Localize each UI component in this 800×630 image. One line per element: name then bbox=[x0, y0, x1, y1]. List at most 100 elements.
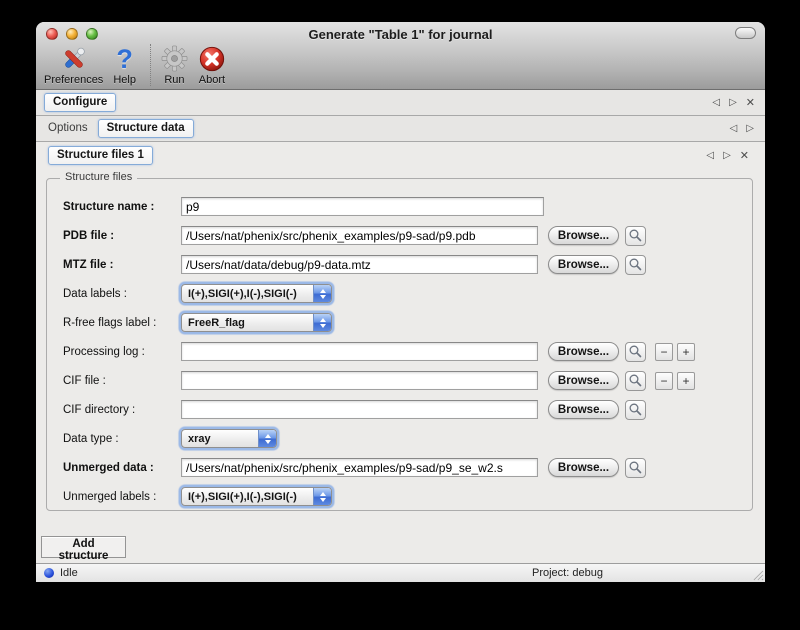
title-bar: Generate "Table 1" for journal bbox=[36, 22, 765, 90]
up-arrow-icon bbox=[265, 434, 271, 438]
up-arrow-icon bbox=[320, 318, 326, 322]
choice-value: I(+),SIGI(+),I(-),SIGI(-) bbox=[182, 288, 313, 300]
status-indicator-icon bbox=[44, 568, 54, 578]
field-label: Processing log : bbox=[63, 346, 181, 358]
app-window: Generate "Table 1" for journal bbox=[36, 22, 765, 582]
choice-dropdown[interactable]: xray bbox=[181, 429, 277, 448]
stepper-icon bbox=[313, 488, 331, 505]
project-label: Project: debug bbox=[532, 567, 603, 579]
abort-button[interactable]: Abort bbox=[198, 44, 226, 86]
form-row: PDB file : Browse... bbox=[47, 221, 752, 250]
tab-close-icon[interactable]: ✕ bbox=[746, 96, 755, 109]
browse-button[interactable]: Browse... bbox=[548, 342, 619, 361]
up-arrow-icon bbox=[320, 289, 326, 293]
tab-scroll-right-icon[interactable]: ▷ bbox=[723, 150, 731, 161]
magnifier-button[interactable] bbox=[625, 458, 646, 478]
tab-scroll-left-icon[interactable]: ◁ bbox=[730, 123, 738, 134]
tab-scroll-left-icon[interactable]: ◁ bbox=[712, 97, 720, 108]
magnifier-button[interactable] bbox=[625, 371, 646, 391]
browse-button[interactable]: Browse... bbox=[548, 371, 619, 390]
choice-dropdown[interactable]: FreeR_flag bbox=[181, 313, 332, 332]
run-label: Run bbox=[164, 74, 184, 86]
browse-button[interactable]: Browse... bbox=[548, 458, 619, 477]
structure-data-panel: Structure files 1 ◁ ▷ ✕ Structure files … bbox=[36, 142, 765, 563]
down-arrow-icon bbox=[320, 295, 326, 299]
text-field[interactable] bbox=[181, 342, 538, 361]
form-row: Unmerged data :Browse... bbox=[47, 453, 752, 482]
resize-grip[interactable] bbox=[751, 568, 764, 581]
stepper-icon bbox=[313, 314, 331, 331]
add-row-button[interactable]: + bbox=[677, 343, 695, 361]
window-title: Generate "Table 1" for journal bbox=[36, 27, 765, 42]
remove-row-button[interactable]: − bbox=[655, 343, 673, 361]
toolbar-toggle-button[interactable] bbox=[735, 27, 756, 39]
stepper-icon bbox=[313, 285, 331, 302]
status-text: Idle bbox=[60, 567, 78, 579]
add-structure-button[interactable]: Add structure bbox=[41, 536, 126, 558]
status-bar: Idle Project: debug bbox=[36, 563, 765, 582]
form-row: CIF file : Browse... −+ bbox=[47, 366, 752, 395]
down-arrow-icon bbox=[320, 498, 326, 502]
choice-value: I(+),SIGI(+),I(-),SIGI(-) bbox=[182, 491, 313, 503]
text-field[interactable] bbox=[181, 197, 544, 216]
structure-files-groupbox: Structure files Structure name :PDB file… bbox=[46, 178, 753, 511]
remove-row-button[interactable]: − bbox=[655, 372, 673, 390]
tab-structure-data[interactable]: Structure data bbox=[98, 119, 194, 138]
choice-dropdown[interactable]: I(+),SIGI(+),I(-),SIGI(-) bbox=[181, 487, 332, 506]
toolbar: Preferences ? Help bbox=[44, 44, 236, 88]
add-row-button[interactable]: + bbox=[677, 372, 695, 390]
abort-icon bbox=[198, 44, 226, 73]
browse-button[interactable]: Browse... bbox=[548, 226, 619, 245]
form-rows: Structure name : PDB file : Browse... MTZ f… bbox=[47, 179, 752, 511]
field-label: R-free flags label : bbox=[63, 317, 181, 329]
field-label: CIF file : bbox=[63, 375, 181, 387]
form-row: R-free flags label :FreeR_flag bbox=[47, 308, 752, 337]
down-arrow-icon bbox=[265, 440, 271, 444]
toolbar-separator bbox=[150, 44, 151, 86]
tab-scroll-right-icon[interactable]: ▷ bbox=[746, 123, 754, 134]
notebook-row-sections: Options Structure data ◁ ▷ bbox=[36, 116, 765, 142]
run-button[interactable]: Run bbox=[161, 44, 188, 86]
field-label: Structure name : bbox=[63, 201, 181, 213]
form-row: Data type :xray bbox=[47, 424, 752, 453]
notebook-row-structures: Structure files 1 ◁ ▷ ✕ bbox=[36, 142, 765, 168]
text-field[interactable] bbox=[181, 400, 538, 419]
text-field[interactable] bbox=[181, 458, 538, 477]
form-row: Processing log : Browse... −+ bbox=[47, 337, 752, 366]
tab-configure[interactable]: Configure bbox=[44, 93, 116, 112]
browse-button[interactable]: Browse... bbox=[548, 400, 619, 419]
field-label: Unmerged labels : bbox=[63, 491, 181, 503]
text-field[interactable] bbox=[181, 226, 538, 245]
question-icon: ? bbox=[116, 44, 133, 73]
magnifier-button[interactable] bbox=[625, 400, 646, 420]
tab-options[interactable]: Options bbox=[44, 120, 98, 137]
tab-scroll-right-icon[interactable]: ▷ bbox=[729, 97, 737, 108]
choice-value: xray bbox=[182, 433, 258, 445]
preferences-button[interactable]: Preferences bbox=[44, 44, 103, 86]
field-label: MTZ file : bbox=[63, 259, 181, 271]
browse-button[interactable]: Browse... bbox=[548, 255, 619, 274]
form-row: Data labels :I(+),SIGI(+),I(-),SIGI(-) bbox=[47, 279, 752, 308]
form-row: Structure name : bbox=[47, 192, 752, 221]
choice-value: FreeR_flag bbox=[182, 317, 313, 329]
magnifier-button[interactable] bbox=[625, 342, 646, 362]
tab-structure-files-1[interactable]: Structure files 1 bbox=[48, 146, 153, 165]
down-arrow-icon bbox=[320, 324, 326, 328]
text-field[interactable] bbox=[181, 255, 538, 274]
preferences-label: Preferences bbox=[44, 74, 103, 86]
choice-dropdown[interactable]: I(+),SIGI(+),I(-),SIGI(-) bbox=[181, 284, 332, 303]
help-button[interactable]: ? Help bbox=[113, 44, 136, 86]
field-label: Data type : bbox=[63, 433, 181, 445]
tab-close-icon[interactable]: ✕ bbox=[740, 149, 749, 162]
form-row: CIF directory : Browse... bbox=[47, 395, 752, 424]
help-label: Help bbox=[113, 74, 136, 86]
field-label: PDB file : bbox=[63, 230, 181, 242]
up-arrow-icon bbox=[320, 492, 326, 496]
text-field[interactable] bbox=[181, 371, 538, 390]
stepper-icon bbox=[258, 430, 276, 447]
tab-scroll-left-icon[interactable]: ◁ bbox=[706, 150, 714, 161]
gear-icon bbox=[161, 44, 188, 73]
field-label: CIF directory : bbox=[63, 404, 181, 416]
magnifier-button[interactable] bbox=[625, 255, 646, 275]
magnifier-button[interactable] bbox=[625, 226, 646, 246]
